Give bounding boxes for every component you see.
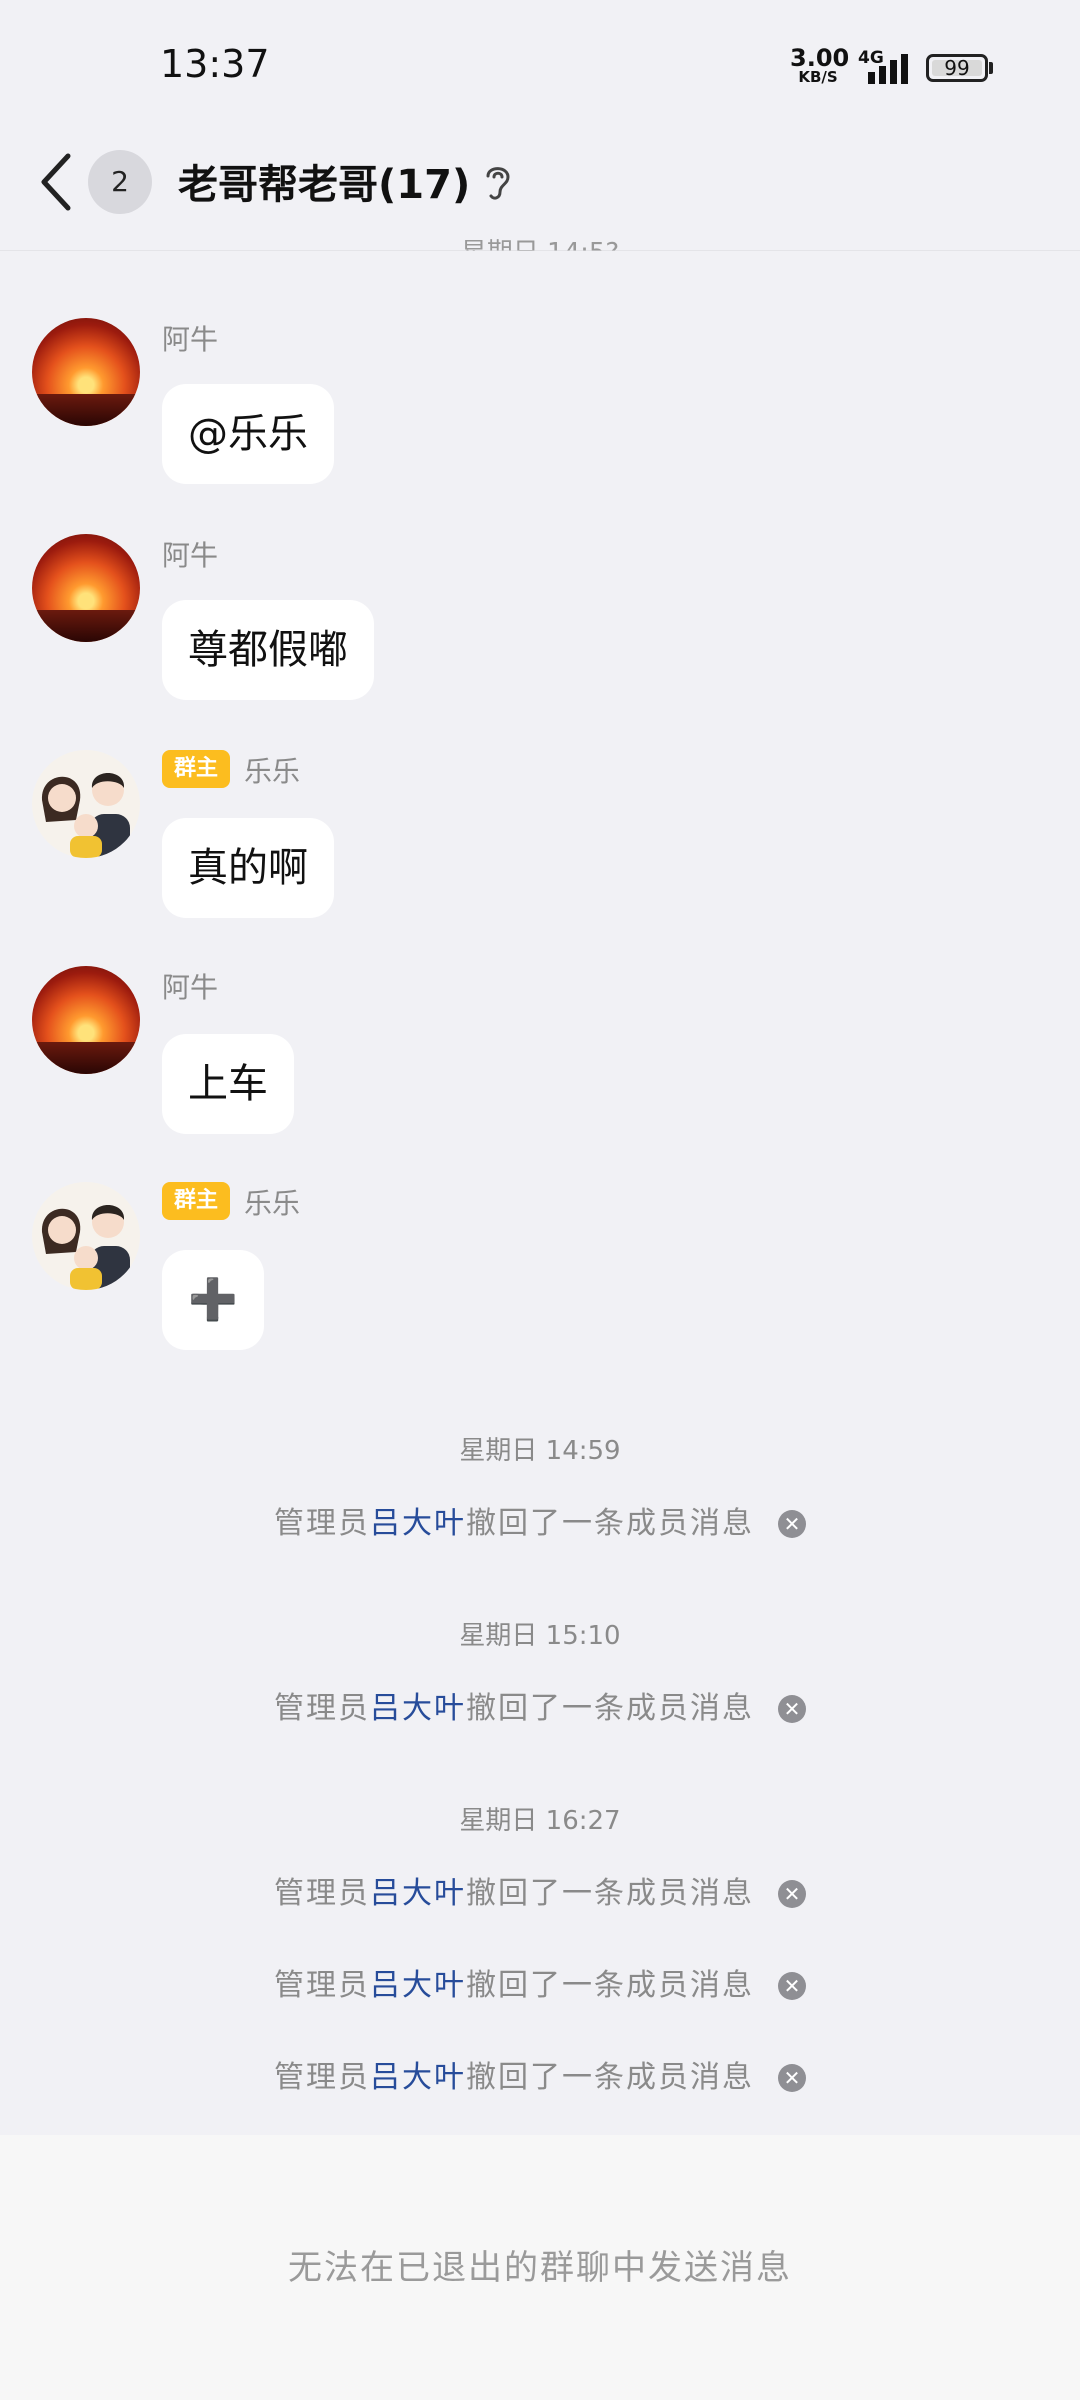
owner-badge: 群主 bbox=[162, 750, 230, 788]
avatar[interactable] bbox=[32, 1182, 140, 1290]
message-bubble[interactable]: 尊都假嘟 bbox=[162, 600, 374, 700]
sender-name: 阿牛 bbox=[162, 971, 219, 1004]
recall-suffix: 撤回了一条成员消息 bbox=[466, 1876, 754, 1911]
admin-name-link[interactable]: 吕大叶 bbox=[370, 1691, 466, 1726]
close-icon[interactable]: ✕ bbox=[778, 1510, 806, 1538]
recall-notice: 管理员吕大叶撤回了一条成员消息 ✕ bbox=[0, 2052, 1080, 2096]
recall-notice: 管理员吕大叶撤回了一条成员消息 ✕ bbox=[0, 1498, 1080, 1542]
owner-badge: 群主 bbox=[162, 1182, 230, 1220]
recall-notice: 管理员吕大叶撤回了一条成员消息 ✕ bbox=[0, 1868, 1080, 1912]
avatar[interactable] bbox=[32, 966, 140, 1074]
sender-name: 阿牛 bbox=[162, 323, 219, 356]
recall-suffix: 撤回了一条成员消息 bbox=[466, 2060, 754, 2095]
recall-prefix: 管理员 bbox=[274, 2060, 370, 2095]
recall-suffix: 撤回了一条成员消息 bbox=[466, 1691, 754, 1726]
sender-name: 阿牛 bbox=[162, 539, 219, 572]
admin-name-link[interactable]: 吕大叶 bbox=[370, 1876, 466, 1911]
network-speed: 3.00 KB/S bbox=[790, 44, 850, 86]
admin-name-link[interactable]: 吕大叶 bbox=[370, 1968, 466, 2003]
recall-suffix: 撤回了一条成员消息 bbox=[466, 1968, 754, 2003]
message-bubble[interactable]: 真的啊 bbox=[162, 818, 334, 918]
ear-icon[interactable] bbox=[482, 162, 514, 204]
admin-name-link[interactable]: 吕大叶 bbox=[370, 1506, 466, 1541]
network-speed-unit: KB/S bbox=[798, 68, 838, 86]
network-speed-value: 3.00 bbox=[790, 44, 850, 72]
unread-count-badge[interactable]: 2 bbox=[88, 150, 152, 214]
sender-name: 乐乐 bbox=[244, 1187, 301, 1220]
chat-title[interactable]: 老哥帮老哥(17) bbox=[178, 152, 470, 210]
recall-prefix: 管理员 bbox=[274, 1691, 370, 1726]
admin-name-link[interactable]: 吕大叶 bbox=[370, 2060, 466, 2095]
message-bubble[interactable]: @乐乐 bbox=[162, 384, 334, 484]
family-avatar-icon bbox=[41, 773, 130, 858]
status-time: 13:37 bbox=[160, 42, 270, 86]
time-divider: 星期日 16:27 bbox=[459, 1806, 621, 1836]
battery-icon: 99 bbox=[926, 54, 988, 82]
close-icon[interactable]: ✕ bbox=[778, 1972, 806, 2000]
recall-notice: 管理员吕大叶撤回了一条成员消息 ✕ bbox=[0, 1960, 1080, 2004]
time-divider: 星期日 15:10 bbox=[459, 1621, 621, 1651]
battery-level: 99 bbox=[944, 56, 970, 80]
back-chevron-icon[interactable] bbox=[36, 150, 80, 214]
recall-prefix: 管理员 bbox=[274, 1968, 370, 2003]
close-icon[interactable]: ✕ bbox=[778, 1880, 806, 1908]
time-divider: 星期日 14:59 bbox=[459, 1436, 621, 1466]
family-avatar-icon bbox=[41, 1205, 130, 1290]
message-bubble[interactable]: 上车 bbox=[162, 1034, 294, 1134]
close-icon[interactable]: ✕ bbox=[778, 1695, 806, 1723]
cannot-send-notice: 无法在已退出的群聊中发送消息 bbox=[288, 2248, 792, 2288]
signal-icon bbox=[868, 54, 908, 84]
recall-notice: 管理员吕大叶撤回了一条成员消息 ✕ bbox=[0, 1683, 1080, 1727]
avatar[interactable] bbox=[32, 318, 140, 426]
recall-suffix: 撤回了一条成员消息 bbox=[466, 1506, 754, 1541]
battery-tip bbox=[989, 62, 993, 74]
recall-prefix: 管理员 bbox=[274, 1506, 370, 1541]
avatar[interactable] bbox=[32, 750, 140, 858]
close-icon[interactable]: ✕ bbox=[778, 2064, 806, 2092]
message-bubble[interactable]: ➕ bbox=[162, 1250, 264, 1350]
recall-prefix: 管理员 bbox=[274, 1876, 370, 1911]
sender-name: 乐乐 bbox=[244, 755, 301, 788]
avatar[interactable] bbox=[32, 534, 140, 642]
